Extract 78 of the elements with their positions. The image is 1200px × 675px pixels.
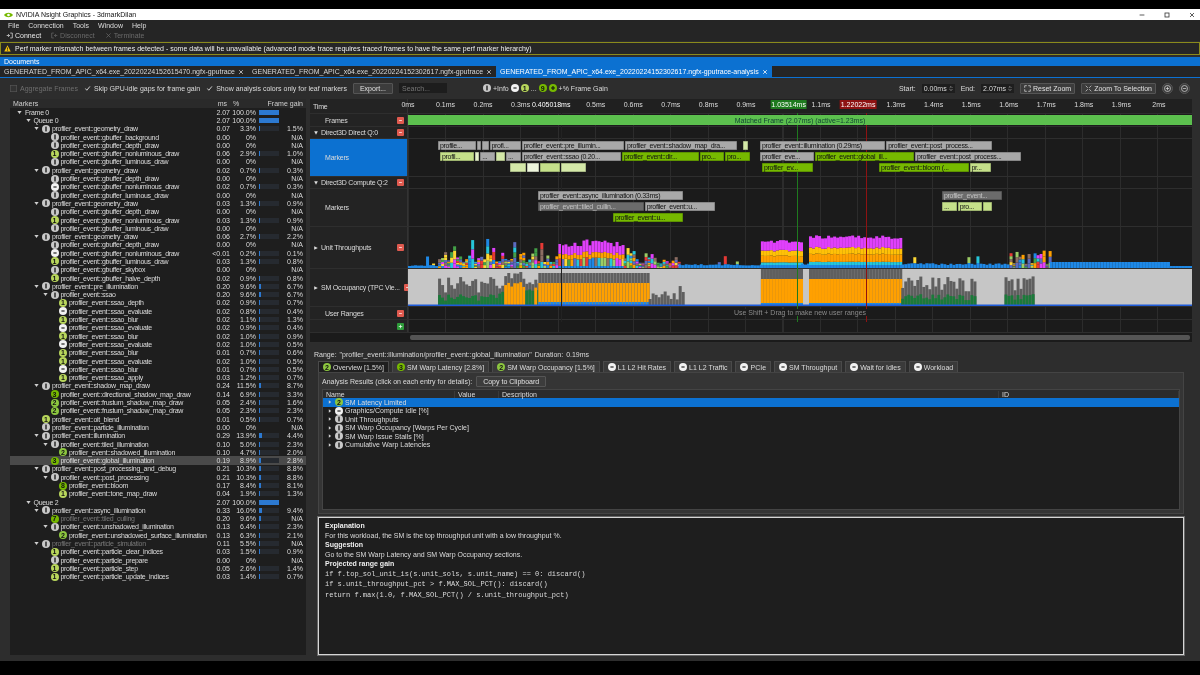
close-icon: [104, 32, 112, 39]
dot-icon: [50, 182, 59, 191]
expand-arrow-icon[interactable]: [313, 179, 319, 186]
zoom-in-button[interactable]: [1162, 82, 1173, 94]
marker-block[interactable]: [510, 163, 526, 172]
marker-block[interactable]: [561, 163, 586, 172]
info-icon: [42, 381, 50, 390]
expand-arrow-icon[interactable]: [24, 498, 32, 506]
expand-arrow-icon[interactable]: [33, 166, 40, 174]
expand-arrow-icon[interactable]: [33, 432, 40, 440]
expand-arrow-icon[interactable]: [41, 440, 49, 448]
info-icon: [50, 290, 59, 299]
remove-icon[interactable]: [397, 309, 404, 317]
expand-arrow-icon[interactable]: [41, 291, 49, 299]
expand-arrow-icon[interactable]: [327, 424, 333, 431]
expand-arrow-icon[interactable]: [41, 473, 49, 481]
info-icon: [50, 265, 59, 274]
close-icon[interactable]: [486, 68, 493, 75]
close-icon[interactable]: [1188, 10, 1196, 19]
maximize-icon[interactable]: [1163, 10, 1171, 19]
scrollbar[interactable]: [410, 335, 1190, 340]
expand-arrow-icon[interactable]: [327, 433, 333, 440]
close-icon[interactable]: [238, 68, 244, 75]
expand-arrow-icon[interactable]: [33, 233, 40, 241]
expand-arrow-icon[interactable]: [33, 465, 40, 473]
expand-arrow-icon[interactable]: [33, 199, 40, 207]
marker-block[interactable]: [476, 141, 481, 150]
dot-icon: [335, 406, 343, 415]
info-icon: [50, 523, 59, 531]
warning-icon: [4, 45, 11, 52]
expand-arrow-icon[interactable]: [313, 284, 319, 291]
info-icon: [483, 84, 491, 92]
expand-arrow-icon[interactable]: [33, 125, 40, 133]
info-icon: [50, 240, 59, 249]
info-icon: [50, 141, 59, 150]
expand-arrow-icon[interactable]: [327, 416, 333, 423]
expand-arrow-icon[interactable]: [33, 282, 40, 290]
unplug-icon: [51, 32, 59, 39]
marker-block[interactable]: [983, 202, 993, 211]
add-icon[interactable]: [397, 322, 404, 330]
info-icon: [50, 473, 59, 482]
expand-arrow-icon[interactable]: [327, 441, 333, 448]
info-icon: [50, 157, 59, 166]
info-icon: [50, 224, 59, 233]
corners-icon: [1024, 84, 1031, 92]
info-icon: [50, 191, 59, 200]
plus-icon: [548, 84, 557, 92]
expand-arrow-icon[interactable]: [313, 244, 319, 251]
marker-block[interactable]: [481, 141, 489, 150]
dot-icon: [59, 365, 67, 374]
dot-icon: [50, 249, 59, 258]
dot-icon: [59, 323, 67, 332]
expand-arrow-icon[interactable]: [41, 523, 49, 531]
marker-block[interactable]: [527, 163, 539, 172]
info-icon: [50, 556, 59, 565]
expand-arrow-icon[interactable]: [33, 540, 40, 548]
zoom-out-button[interactable]: [1179, 82, 1190, 94]
marker-block[interactable]: [475, 152, 480, 161]
info-icon: [50, 207, 59, 216]
expand-arrow-icon[interactable]: [33, 382, 40, 390]
remove-icon[interactable]: [397, 116, 404, 124]
marker-block[interactable]: [540, 163, 560, 172]
info-icon: [50, 174, 59, 183]
marker-block[interactable]: [496, 152, 505, 161]
info-icon: [50, 133, 59, 142]
expand-arrow-icon[interactable]: [16, 108, 23, 116]
expand-arrow-icon[interactable]: [327, 407, 333, 414]
plug-icon: [6, 32, 13, 39]
info-icon: [42, 539, 50, 548]
expand-arrow-icon[interactable]: [33, 506, 40, 514]
marker-block[interactable]: [743, 141, 748, 150]
dot-icon: [59, 340, 67, 349]
expand-arrow-icon[interactable]: [24, 116, 32, 124]
dot-icon: [59, 307, 67, 316]
expand-arrow-icon[interactable]: [313, 129, 319, 136]
info-icon: [42, 506, 50, 515]
expand-icon: [1085, 84, 1093, 92]
dot-icon: [510, 84, 519, 92]
